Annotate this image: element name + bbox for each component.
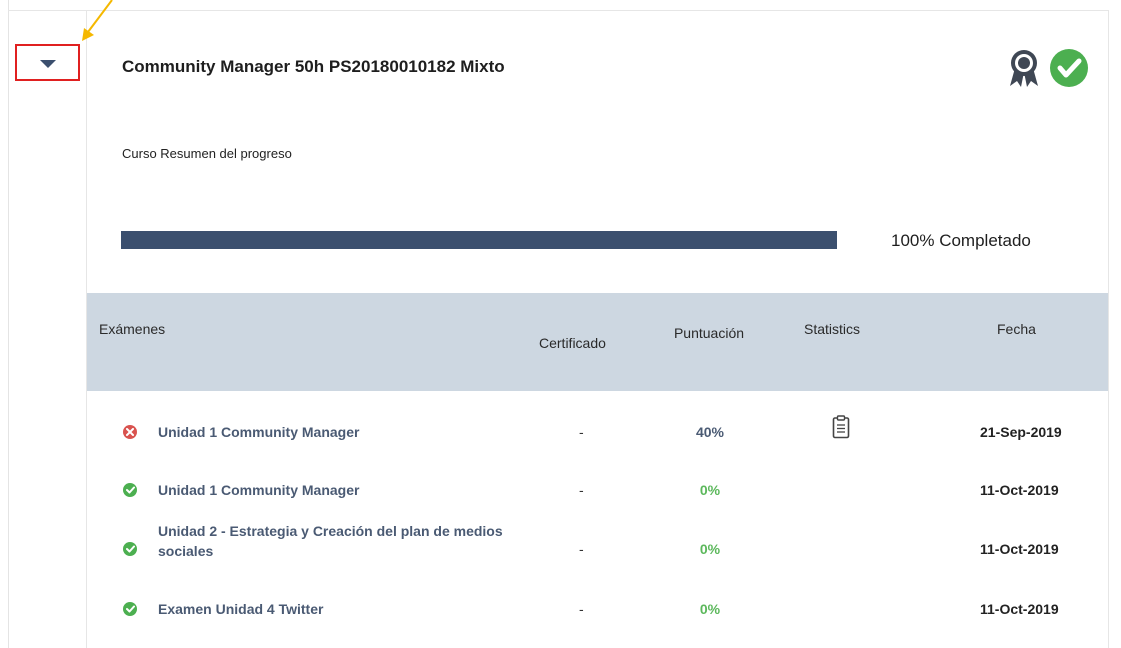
header-score: Puntuación (673, 325, 745, 341)
exams-table-header: Exámenes Certificado Puntuación Statisti… (87, 293, 1108, 391)
check-circle-icon (1050, 49, 1088, 87)
award-ribbon-icon (1010, 50, 1038, 87)
date-value: 11-Oct-2019 (980, 601, 1059, 617)
certificate-value: - (579, 424, 584, 440)
header-statistics: Statistics (804, 321, 861, 337)
header-certificate: Certificado (539, 335, 606, 351)
score-value: 0% (699, 601, 721, 617)
table-row: Examen Unidad 4 Twitter - 0% 11-Oct-2019 (87, 588, 1108, 628)
course-title: Community Manager 50h PS20180010182 Mixt… (122, 57, 505, 76)
certificate-value: - (579, 601, 584, 617)
date-value: 11-Oct-2019 (980, 482, 1059, 498)
progress-bar-fill (121, 231, 837, 249)
certificate-value: - (579, 482, 584, 498)
card-top-border (8, 10, 1108, 11)
header-exams: Exámenes (99, 321, 166, 337)
header-date: Fecha (997, 321, 1036, 337)
score-value: 0% (699, 541, 721, 557)
collapse-toggle-button[interactable] (15, 44, 80, 81)
progress-percent-text: 100% Completado (891, 231, 1031, 250)
exam-link[interactable]: Unidad 1 Community Manager (158, 424, 359, 440)
date-value: 21-Sep-2019 (980, 424, 1062, 440)
progress-bar (121, 231, 837, 249)
exam-link[interactable]: Unidad 2 - Estrategia y Creación del pla… (158, 521, 518, 561)
date-value: 11-Oct-2019 (980, 541, 1059, 557)
caret-down-icon (39, 59, 56, 68)
table-row: Unidad 2 - Estrategia y Creación del pla… (87, 523, 1108, 568)
check-circle-icon (123, 602, 137, 616)
table-row: Unidad 1 Community Manager - 0% 11-Oct-2… (87, 469, 1108, 509)
score-value: 0% (699, 482, 721, 498)
exam-link[interactable]: Examen Unidad 4 Twitter (158, 601, 323, 617)
score-value: 40% (695, 424, 725, 440)
check-circle-icon (123, 542, 137, 556)
table-row: Unidad 1 Community Manager - 40% 21-Sep-… (87, 411, 1108, 451)
x-circle-icon (123, 425, 137, 439)
page-left-border (8, 0, 9, 648)
card-right-border (1108, 10, 1109, 648)
exam-link[interactable]: Unidad 1 Community Manager (158, 482, 359, 498)
certificate-value: - (579, 541, 584, 557)
check-circle-icon (123, 483, 137, 497)
progress-summary-label: Curso Resumen del progreso (122, 146, 292, 161)
clipboard-icon[interactable] (832, 415, 850, 439)
